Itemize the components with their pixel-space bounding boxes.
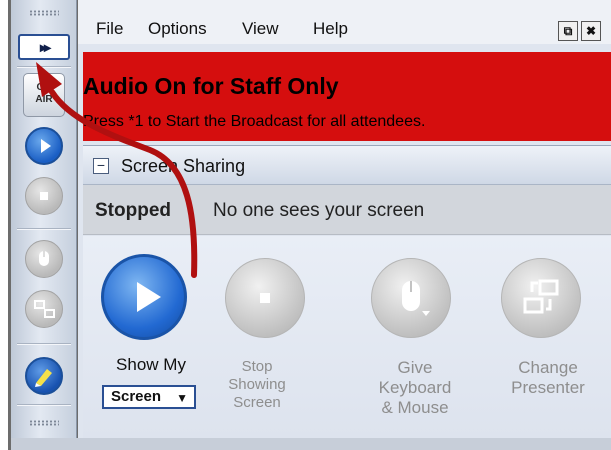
panel-bottom-edge xyxy=(11,438,611,450)
close-button[interactable]: ✖ xyxy=(581,21,601,41)
change-line-2: Presenter xyxy=(511,378,585,397)
screen-select[interactable]: Screen ▼ xyxy=(102,385,196,409)
show-screen-button[interactable] xyxy=(101,254,187,340)
give-control-label: Give Keyboard & Mouse xyxy=(365,358,465,418)
stop-sharing-button[interactable] xyxy=(225,258,305,338)
play-icon xyxy=(41,139,51,153)
give-line-1: Give xyxy=(397,358,433,377)
expand-panel-button[interactable]: ▸▸ xyxy=(18,34,70,60)
stop-icon xyxy=(40,192,48,200)
highlighter-icon xyxy=(35,369,52,387)
banner-title: Audio On for Staff Only xyxy=(83,73,339,99)
stop-icon xyxy=(260,293,270,303)
toolbar-mouse-button[interactable] xyxy=(25,240,63,278)
stop-sharing-label: Stop Showing Screen xyxy=(222,358,292,412)
change-line-1: Change xyxy=(518,358,578,377)
app-frame: ▸▸ ON AIR File Options View Help ⧉ ✖ Aud… xyxy=(0,0,611,450)
change-presenter-label: Change Presenter xyxy=(494,358,602,398)
sharing-state: Stopped xyxy=(95,200,171,221)
menu-file[interactable]: File xyxy=(96,19,123,39)
menu-bar: File Options View Help ⧉ ✖ xyxy=(78,0,611,44)
give-line-3: & Mouse xyxy=(381,398,449,417)
sharing-status-bar: Stopped No one sees your screen xyxy=(83,185,611,235)
stop-line-2: Showing xyxy=(228,376,286,393)
sharing-description: No one sees your screen xyxy=(213,200,425,221)
restore-button[interactable]: ⧉ xyxy=(558,21,578,41)
on-air-label: ON AIR xyxy=(35,82,53,105)
toolbar-grip-top[interactable] xyxy=(29,10,59,16)
collapse-toggle[interactable]: − xyxy=(93,158,109,174)
mouse-icon xyxy=(39,251,49,266)
toolbar-presenter-button[interactable] xyxy=(25,290,63,328)
give-line-2: Keyboard xyxy=(378,378,452,397)
play-icon xyxy=(137,282,161,312)
menu-options[interactable]: Options xyxy=(148,19,207,39)
toolbar-divider xyxy=(17,66,71,68)
screen-sharing-header[interactable]: − Screen Sharing xyxy=(83,145,611,185)
menu-help[interactable]: Help xyxy=(313,19,348,39)
toolbar-annotate-button[interactable] xyxy=(25,357,63,395)
chevron-down-icon: ▼ xyxy=(176,391,188,405)
change-presenter-button[interactable] xyxy=(501,258,581,338)
show-screen-label: Show My xyxy=(116,355,186,374)
toolbar-divider xyxy=(17,343,71,345)
toolbar-stop-button[interactable] xyxy=(25,177,63,215)
presenter-swap-icon xyxy=(523,279,559,314)
side-toolbar: ▸▸ ON AIR xyxy=(11,0,77,438)
stop-line-3: Screen xyxy=(233,394,281,411)
mouse-icon xyxy=(402,281,430,316)
menu-view[interactable]: View xyxy=(242,19,279,39)
toolbar-grip-bottom[interactable] xyxy=(29,420,59,426)
section-title: Screen Sharing xyxy=(121,156,246,176)
banner-subtitle: Press *1 to Start the Broadcast for all … xyxy=(83,113,426,130)
on-air-button[interactable]: ON AIR xyxy=(23,73,65,117)
toolbar-play-button[interactable] xyxy=(25,127,63,165)
give-control-button[interactable] xyxy=(371,258,451,338)
toolbar-divider xyxy=(17,404,71,406)
screen-select-value: Screen xyxy=(111,388,162,405)
presenter-swap-icon xyxy=(34,300,55,318)
stop-line-1: Stop xyxy=(241,358,273,375)
toolbar-divider xyxy=(17,228,71,230)
